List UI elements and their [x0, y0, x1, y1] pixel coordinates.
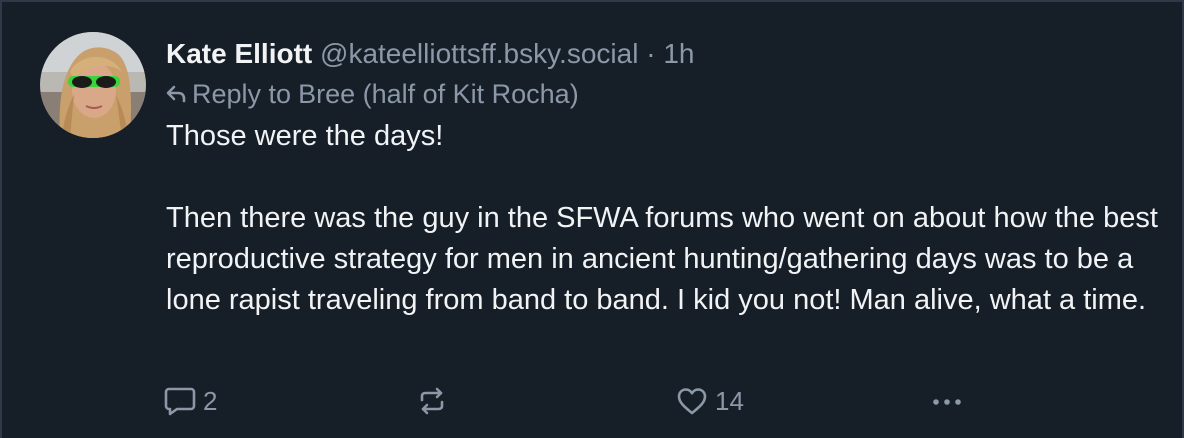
more-dots-icon	[930, 386, 964, 416]
post-text: Those were the days! Then there was the …	[166, 116, 1166, 321]
author-handle[interactable]: @kateelliottsff.bsky.social	[320, 38, 638, 69]
more-options-button[interactable]	[930, 385, 964, 417]
reply-button[interactable]: 2	[164, 385, 217, 417]
post-text-paragraph: Those were the days!	[166, 120, 444, 152]
author-display-name[interactable]: Kate Elliott	[166, 38, 312, 69]
reply-count: 2	[203, 385, 218, 416]
repost-button[interactable]	[416, 385, 448, 417]
post-actions: 2 14	[164, 385, 984, 417]
post-header: Kate Elliott @kateelliottsff.bsky.social…	[166, 37, 694, 71]
avatar-image	[40, 32, 146, 138]
author-avatar[interactable]	[40, 32, 146, 138]
post-text-paragraph: Then there was the guy in the SFWA forum…	[166, 202, 1158, 316]
comment-icon	[164, 386, 196, 416]
separator-dot: ·	[646, 38, 656, 69]
reply-arrow-icon	[166, 85, 186, 103]
repost-icon	[416, 386, 448, 416]
reply-target-name[interactable]: Bree (half of Kit Rocha)	[298, 79, 579, 110]
reply-context[interactable]: Reply to Bree (half of Kit Rocha)	[166, 77, 579, 111]
heart-icon	[676, 386, 708, 416]
reply-prefix-label: Reply to	[192, 78, 292, 109]
like-count: 14	[715, 385, 744, 416]
post-card[interactable]: Kate Elliott @kateelliottsff.bsky.social…	[0, 0, 1184, 438]
post-timestamp[interactable]: 1h	[663, 38, 694, 69]
like-button[interactable]: 14	[676, 385, 744, 417]
